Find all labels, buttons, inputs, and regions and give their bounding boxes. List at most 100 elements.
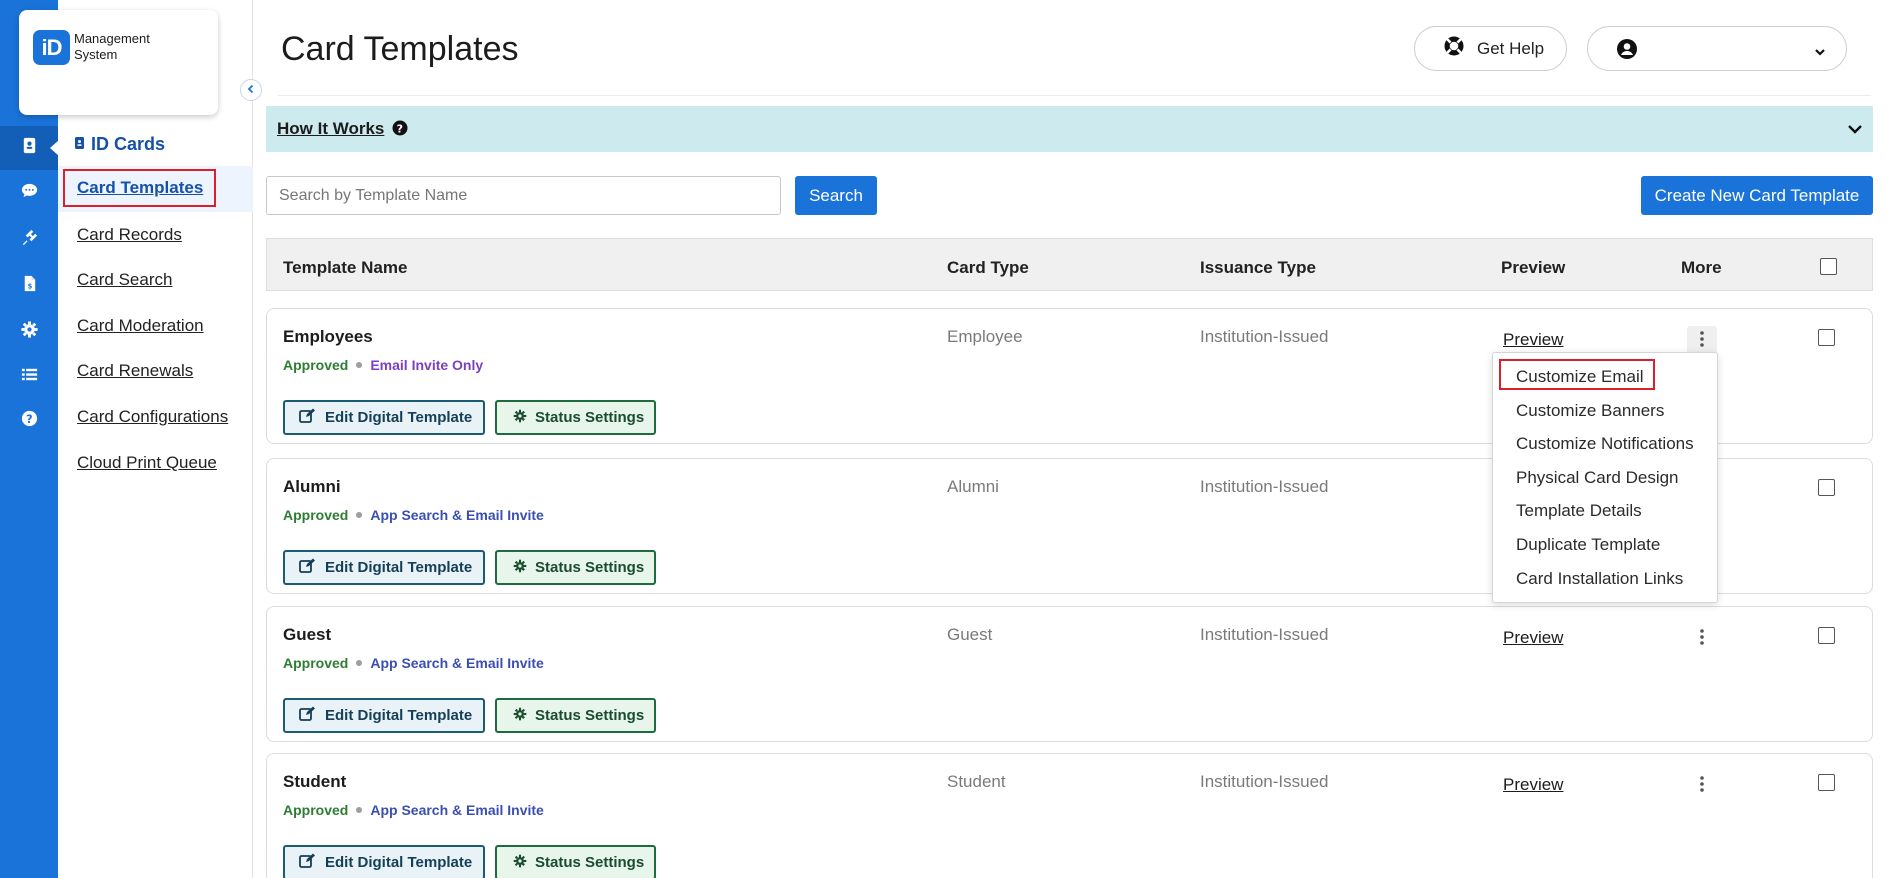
invite-mode: App Search & Email Invite (370, 507, 544, 523)
highlight-box-nav (63, 169, 216, 207)
document-icon: $ (20, 274, 39, 298)
chevron-left-icon (246, 81, 256, 99)
card-type: Employee (947, 327, 1023, 346)
nav-section-title: ID Cards (74, 134, 165, 155)
id-card-icon (20, 136, 39, 160)
user-menu-button[interactable] (1587, 26, 1847, 71)
gear-icon (513, 854, 527, 872)
card-type: Student (947, 772, 1006, 791)
chat-icon (20, 181, 39, 205)
column-header-card-type: Card Type (947, 258, 1029, 277)
edit-icon (299, 706, 315, 725)
table-row: Student Approved App Search & Email Invi… (266, 753, 1873, 878)
header-divider (278, 95, 1871, 96)
search-input[interactable] (266, 176, 781, 215)
logo-card[interactable]: iD Management System (19, 10, 218, 115)
nav-item-cloud-print-queue[interactable]: Cloud Print Queue (77, 453, 217, 473)
gear-icon (513, 707, 527, 725)
rail-reports-button[interactable]: $ (0, 264, 58, 308)
issuance-type: Institution-Issued (1200, 327, 1329, 346)
row-select-checkbox[interactable] (1818, 329, 1835, 346)
create-new-card-template-button[interactable]: Create New Card Template (1641, 176, 1873, 215)
status-settings-button[interactable]: Status Settings (495, 698, 656, 733)
menu-item-card-installation-links[interactable]: Card Installation Links (1516, 569, 1683, 589)
nav-item-card-search[interactable]: Card Search (77, 270, 172, 290)
page-title: Card Templates (281, 30, 519, 68)
more-options-button[interactable] (1687, 624, 1717, 654)
column-header-preview: Preview (1501, 258, 1566, 277)
status-settings-button[interactable]: Status Settings (495, 400, 656, 435)
invite-mode: Email Invite Only (370, 357, 484, 373)
edit-icon (299, 853, 315, 872)
template-status: Approved App Search & Email Invite (283, 802, 544, 818)
gear-icon (513, 559, 527, 577)
logo-badge: iD (33, 30, 70, 65)
more-options-menu: Customize Email Customize Banners Custom… (1492, 352, 1718, 603)
chevron-down-icon (1814, 44, 1826, 62)
highlight-box-menu (1499, 359, 1655, 390)
separator-dot (356, 807, 363, 813)
edit-digital-template-button[interactable]: Edit Digital Template (283, 845, 485, 878)
preview-link[interactable]: Preview (1503, 775, 1563, 795)
edit-digital-template-button[interactable]: Edit Digital Template (283, 400, 485, 435)
collapse-sidebar-button[interactable] (240, 79, 262, 101)
chevron-down-icon[interactable] (1847, 122, 1863, 140)
menu-item-physical-card-design[interactable]: Physical Card Design (1516, 468, 1679, 488)
separator-dot (356, 362, 363, 368)
separator-dot (356, 512, 363, 518)
nav-item-card-configurations[interactable]: Card Configurations (77, 407, 228, 427)
svg-text:?: ? (397, 122, 403, 135)
edit-icon (299, 408, 315, 427)
search-button[interactable]: Search (795, 176, 877, 215)
kebab-icon (1700, 775, 1704, 797)
help-icon: ? (20, 409, 39, 433)
rail-id-cards-button[interactable] (0, 126, 59, 170)
menu-item-template-details[interactable]: Template Details (1516, 501, 1642, 521)
gear-icon (20, 320, 39, 344)
rail-lists-button[interactable] (0, 355, 58, 399)
row-select-checkbox[interactable] (1818, 774, 1835, 791)
svg-text:?: ? (25, 412, 32, 426)
kebab-icon (1700, 330, 1704, 352)
status-settings-button[interactable]: Status Settings (495, 845, 656, 878)
nav-item-card-records[interactable]: Card Records (77, 225, 182, 245)
approval-status: Approved (283, 507, 349, 523)
nav-item-card-renewals[interactable]: Card Renewals (77, 361, 193, 381)
menu-item-customize-banners[interactable]: Customize Banners (1516, 401, 1664, 421)
more-options-button[interactable] (1687, 771, 1717, 801)
get-help-button[interactable]: Get Help (1414, 26, 1567, 71)
secondary-nav (58, 0, 253, 878)
row-select-checkbox[interactable] (1818, 627, 1835, 644)
icon-rail: $ ? (0, 0, 59, 878)
rail-help-button[interactable]: ? (0, 399, 58, 443)
issuance-type: Institution-Issued (1200, 477, 1329, 496)
how-it-works-banner[interactable]: How It Works ? (266, 106, 1873, 152)
approval-status: Approved (283, 655, 349, 671)
approval-status: Approved (283, 357, 349, 373)
separator-dot (356, 660, 363, 666)
table-header: Template Name Card Type Issuance Type Pr… (266, 238, 1873, 291)
menu-item-duplicate-template[interactable]: Duplicate Template (1516, 535, 1660, 555)
column-header-issuance-type: Issuance Type (1200, 258, 1316, 277)
column-header-more: More (1681, 258, 1722, 277)
rail-messages-button[interactable] (0, 171, 58, 215)
nav-item-card-moderation[interactable]: Card Moderation (77, 316, 204, 336)
rail-integrations-button[interactable] (0, 218, 58, 262)
invite-mode: App Search & Email Invite (370, 655, 544, 671)
status-settings-button[interactable]: Status Settings (495, 550, 656, 585)
logo-text: Management System (74, 31, 150, 62)
template-name: Guest (283, 625, 332, 644)
edit-digital-template-button[interactable]: Edit Digital Template (283, 550, 485, 585)
preview-link[interactable]: Preview (1503, 330, 1563, 350)
rail-settings-button[interactable] (0, 310, 58, 354)
preview-link[interactable]: Preview (1503, 628, 1563, 648)
menu-item-customize-notifications[interactable]: Customize Notifications (1516, 434, 1694, 454)
column-header-template-name: Template Name (283, 258, 408, 277)
approval-status: Approved (283, 802, 349, 818)
how-it-works-label[interactable]: How It Works (277, 119, 384, 139)
table-row: Guest Approved App Search & Email Invite… (266, 606, 1873, 742)
template-status: Approved App Search & Email Invite (283, 655, 544, 671)
row-select-checkbox[interactable] (1818, 479, 1835, 496)
edit-digital-template-button[interactable]: Edit Digital Template (283, 698, 485, 733)
select-all-checkbox[interactable] (1820, 258, 1837, 275)
